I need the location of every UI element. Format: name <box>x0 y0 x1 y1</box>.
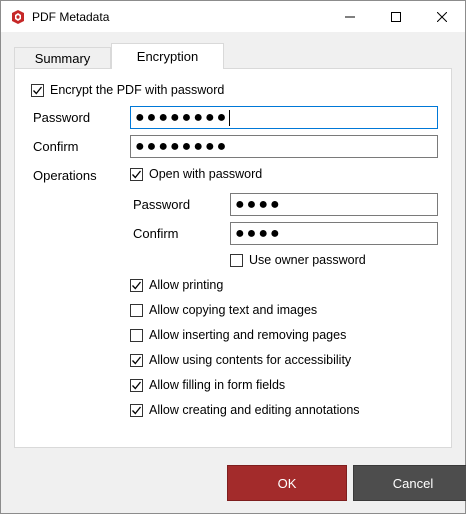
allow-form-filling-checkbox[interactable] <box>130 378 143 392</box>
open-password-label: Password <box>133 197 191 212</box>
permission-row[interactable]: Allow filling in form fields <box>130 376 285 394</box>
pdf-metadata-dialog: PDF Metadata Summary Encryption Encrypt … <box>0 0 466 514</box>
allow-printing-checkbox[interactable] <box>130 278 143 292</box>
use-owner-password-checkbox[interactable] <box>230 253 243 267</box>
password-value: ●●●●●●●● <box>135 108 229 126</box>
confirm-field[interactable]: ●●●●●●●● <box>130 135 438 158</box>
allow-annotations-checkbox[interactable] <box>130 403 143 417</box>
open-confirm-field[interactable]: ●●●● <box>230 222 438 245</box>
minimize-icon <box>345 16 355 17</box>
allow-inserting-checkbox[interactable] <box>130 328 143 342</box>
permission-row[interactable]: Allow printing <box>130 276 223 294</box>
open-password-field[interactable]: ●●●● <box>230 193 438 216</box>
tab-summary[interactable]: Summary <box>14 47 111 69</box>
open-confirm-value: ●●●● <box>235 224 282 242</box>
permission-row[interactable]: Allow inserting and removing pages <box>130 326 346 344</box>
text-caret <box>229 109 231 126</box>
checkmark-icon <box>132 170 142 178</box>
open-with-password-checkbox[interactable] <box>130 167 143 181</box>
allow-accessibility-label: Allow using contents for accessibility <box>149 353 352 367</box>
allow-annotations-label: Allow creating and editing annotations <box>149 403 360 417</box>
use-owner-password-row[interactable]: Use owner password <box>230 251 366 269</box>
open-with-password-row[interactable]: Open with password <box>130 165 262 183</box>
checkmark-icon <box>33 86 43 94</box>
allow-copying-checkbox[interactable] <box>130 303 143 317</box>
encryption-panel: Encrypt the PDF with password Password ●… <box>14 68 452 448</box>
app-icon <box>11 10 25 24</box>
allow-inserting-label: Allow inserting and removing pages <box>149 328 347 342</box>
permission-row[interactable]: Allow copying text and images <box>130 301 317 319</box>
open-password-value: ●●●● <box>235 195 282 213</box>
allow-copying-label: Allow copying text and images <box>149 303 318 317</box>
permission-row[interactable]: Allow using contents for accessibility <box>130 351 351 369</box>
close-button[interactable] <box>419 1 465 32</box>
permission-row[interactable]: Allow creating and editing annotations <box>130 401 360 419</box>
open-with-password-label: Open with password <box>149 167 263 181</box>
checkmark-icon <box>132 356 142 364</box>
encrypt-label: Encrypt the PDF with password <box>50 83 225 97</box>
encrypt-checkbox-row[interactable]: Encrypt the PDF with password <box>31 81 224 99</box>
maximize-icon <box>391 11 401 22</box>
use-owner-password-label: Use owner password <box>249 253 366 267</box>
ok-button[interactable]: OK <box>227 465 347 501</box>
tab-encryption[interactable]: Encryption <box>111 43 224 69</box>
title-bar: PDF Metadata <box>1 1 465 32</box>
allow-printing-label: Allow printing <box>149 278 224 292</box>
cancel-button[interactable]: Cancel <box>353 465 466 501</box>
checkmark-icon <box>132 281 142 289</box>
allow-form-filling-label: Allow filling in form fields <box>149 378 286 392</box>
confirm-label: Confirm <box>33 139 79 154</box>
password-label: Password <box>33 110 91 125</box>
maximize-button[interactable] <box>373 1 419 32</box>
close-icon <box>437 11 447 22</box>
confirm-value: ●●●●●●●● <box>135 137 229 155</box>
window-title: PDF Metadata <box>32 10 110 24</box>
password-field[interactable]: ●●●●●●●● <box>130 106 438 129</box>
checkmark-icon <box>132 406 142 414</box>
open-confirm-label: Confirm <box>133 226 179 241</box>
encrypt-checkbox[interactable] <box>31 83 44 97</box>
checkmark-icon <box>132 381 142 389</box>
operations-label: Operations <box>33 168 97 183</box>
minimize-button[interactable] <box>327 1 373 32</box>
allow-accessibility-checkbox[interactable] <box>130 353 143 367</box>
